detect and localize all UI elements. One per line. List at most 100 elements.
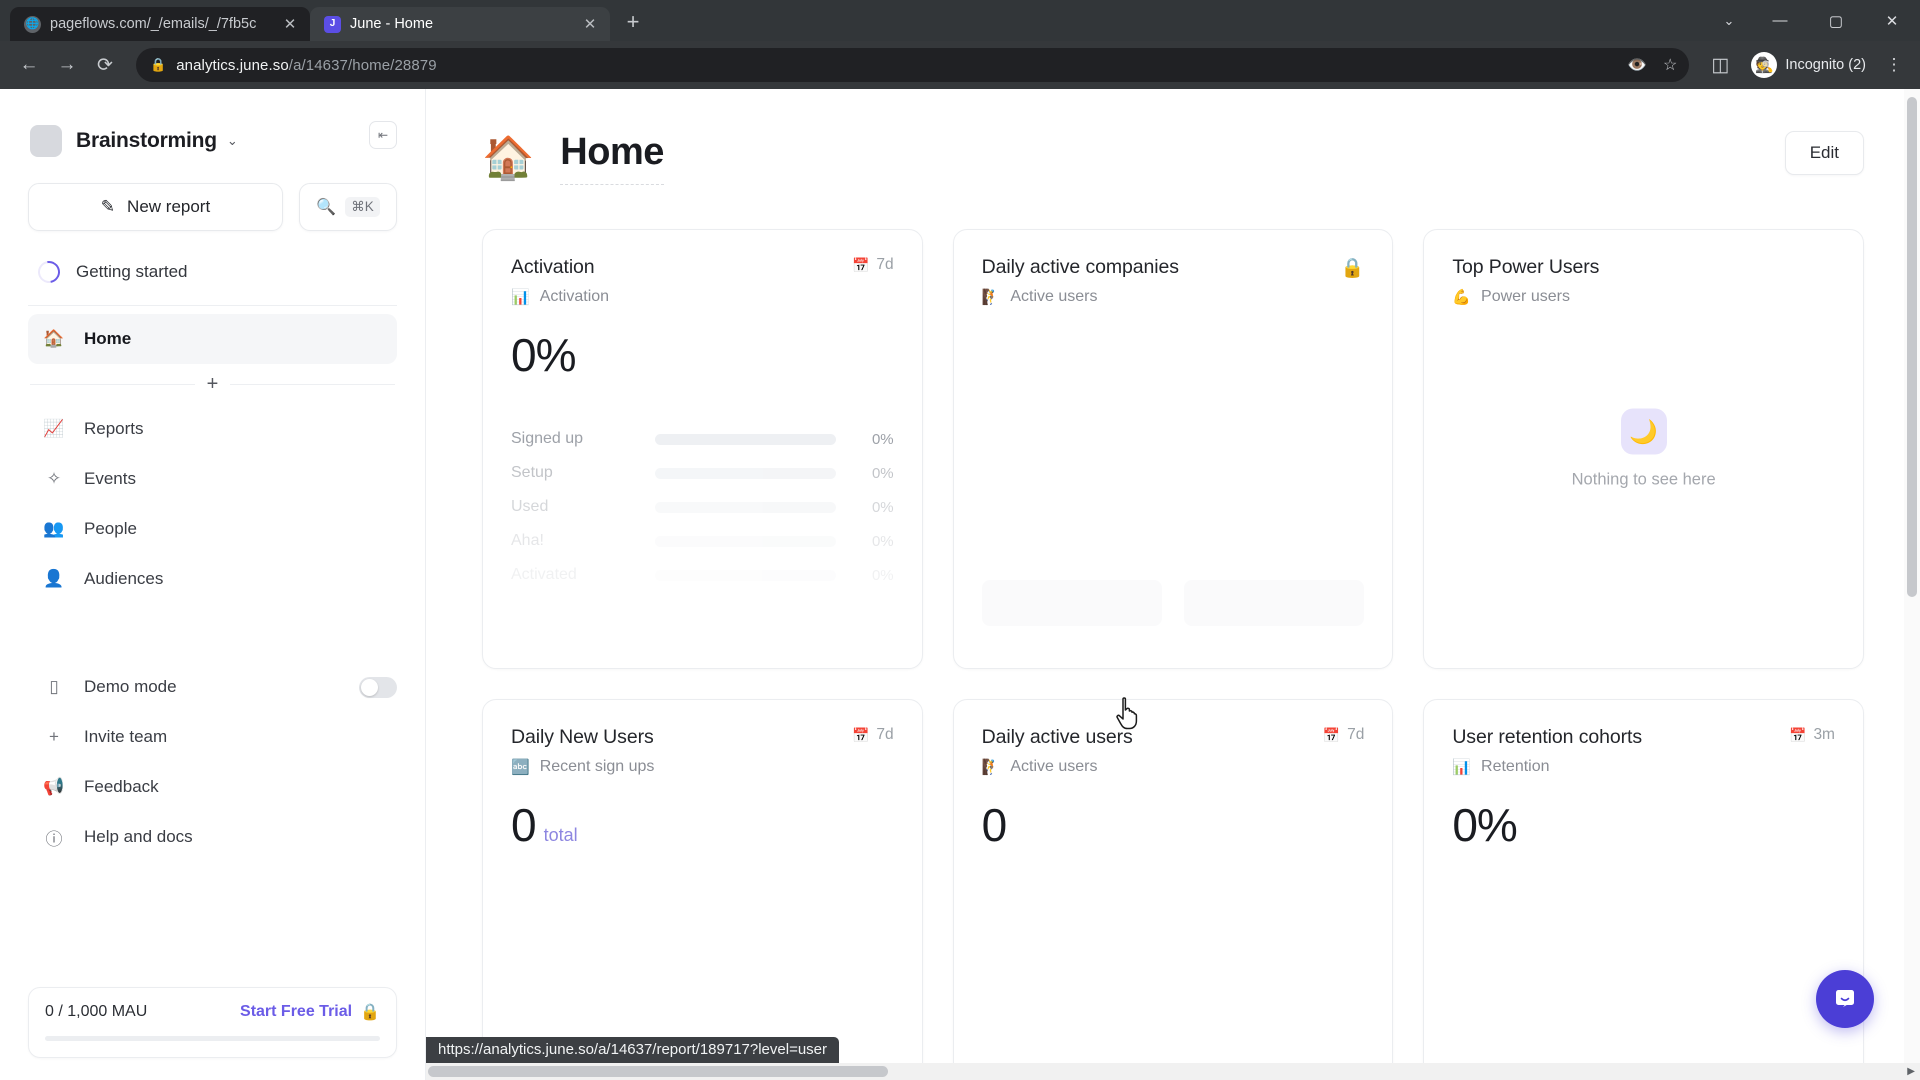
audiences-icon: 👤 [43,569,65,588]
profile-chip[interactable]: 🕵 Incognito (2) [1747,49,1876,81]
workspace-logo [30,125,62,157]
side-panel-icon[interactable]: ◫ [1703,48,1737,82]
sidebar-item-demo-mode[interactable]: ▯ Demo mode [28,662,397,712]
sidebar-item-label: People [84,519,137,538]
page-title[interactable]: Home [560,131,664,185]
browser-tab-2[interactable]: J June - Home ✕ [310,7,610,41]
scrollbar-thumb[interactable] [428,1066,888,1077]
card-stat: 0% [1452,799,1517,851]
forward-icon[interactable]: → [50,48,84,82]
card-title: User retention cohorts [1452,726,1642,748]
sidebar-bottom-nav: ▯ Demo mode + Invite team 📢 Feedback ⓘ H… [28,662,397,862]
plus-icon: + [49,727,59,746]
workspace-name: Brainstorming [76,129,217,152]
sidebar-item-invite-team[interactable]: + Invite team [28,712,397,762]
funnel-step: Setup 0% [511,456,894,490]
lock-icon[interactable]: 🔒 [1341,256,1365,280]
funnel-step-bar [655,433,836,445]
demo-mode-toggle[interactable] [359,676,397,698]
intercom-messenger-button[interactable] [1816,970,1874,1028]
ghost-bar [1184,580,1365,626]
card-timerange-label: 7d [1347,726,1365,743]
new-report-button[interactable]: ✎ New report [28,183,283,231]
lock-icon: 🔒 [150,57,167,72]
card-daily-new-users[interactable]: Daily New Users 🔤 Recent sign ups 📅 7d 0… [482,699,923,1080]
funnel-step-bar [655,501,836,513]
compose-icon: ✎ [100,197,116,216]
card-daily-active-users[interactable]: Daily active users 🧗 Active users 📅 7d 0 [952,699,1394,1080]
card-stat-value: 0 [511,799,537,851]
mau-row: 0 / 1,000 MAU Start Free Trial 🔒 [45,1002,380,1022]
getting-started-item[interactable]: Getting started [28,245,397,299]
chevron-down-icon[interactable]: ⌄ [227,133,238,149]
getting-started-label: Getting started [76,262,188,281]
vertical-scrollbar[interactable] [1904,89,1920,1080]
sidebar-collapse-icon[interactable]: ⇤ [369,121,397,149]
maximize-button[interactable]: ▢ [1808,0,1864,41]
sidebar-item-feedback[interactable]: 📢 Feedback [28,762,397,812]
ghost-bar [981,580,1162,626]
funnel-step-label: Used [511,498,549,515]
scrollbar-thumb[interactable] [1907,97,1917,597]
sidebar-item-label: Reports [84,419,144,438]
bar-chart-emoji-icon: 📊 [1452,759,1472,776]
card-header: User retention cohorts 📊 Retention 📅 3m [1452,726,1835,776]
house-emoji-icon[interactable]: 🏠 [482,137,534,179]
kebab-menu-icon[interactable]: ⋮ [1880,55,1908,75]
sidebar-item-reports[interactable]: 📈 Reports [28,404,397,454]
tracking-blocked-icon[interactable]: 👁️ [1627,55,1647,75]
card-daily-active-companies[interactable]: Daily active companies 🧗 Active users 🔒 [952,229,1394,669]
card-timerange-label: 7d [876,256,894,273]
card-timerange[interactable]: 📅 3m [1789,726,1835,744]
tab-search-chevron-icon[interactable]: ⌄ [1706,0,1752,41]
close-icon[interactable]: ✕ [580,14,600,34]
workspace-switcher[interactable]: Brainstorming ⌄ [28,89,397,167]
card-subtitle: 🧗 Active users [982,758,1133,776]
start-free-trial-label: Start Free Trial [240,1003,353,1020]
page-header: 🏠 Home Edit [482,131,1864,185]
sidebar-item-home[interactable]: 🏠 Home [28,314,397,364]
close-icon[interactable]: ✕ [280,14,300,34]
sidebar-item-people[interactable]: 👥 People [28,504,397,554]
minimize-button[interactable]: — [1752,0,1808,41]
start-free-trial-button[interactable]: Start Free Trial 🔒 [240,1002,380,1022]
divider-line [30,383,195,385]
profile-label: Incognito (2) [1785,57,1866,73]
funnel-step-value: 0% [871,498,894,516]
climber-emoji-icon: 🧗 [981,759,1001,776]
card-title: Activation [511,256,595,278]
card-user-retention-cohorts[interactable]: User retention cohorts 📊 Retention 📅 3m [1423,699,1864,1080]
browser-tab-1[interactable]: 🌐 pageflows.com/_/emails/_/7fb5c ✕ [10,7,310,41]
search-icon: 🔍 [316,199,337,216]
card-timerange[interactable]: 📅 7d [1323,726,1365,744]
card-top-power-users[interactable]: Top Power Users 💪 Power users 🌙 Nothing … [1423,229,1864,669]
card-stat-unit: total [543,825,578,845]
sidebar-item-help-and-docs[interactable]: ⓘ Help and docs [28,812,397,862]
climber-emoji-icon: 🧗 [981,289,1001,306]
edit-button[interactable]: Edit [1784,131,1864,175]
search-button[interactable]: 🔍 ⌘K [299,183,397,231]
close-window-button[interactable]: ✕ [1864,0,1920,41]
page-viewport: Brainstorming ⌄ ⇤ ✎ New report 🔍 ⌘K Gett… [0,89,1920,1080]
sidebar-item-events[interactable]: ✧ Events [28,454,397,504]
bookmark-star-icon[interactable]: ☆ [1663,55,1677,75]
scroll-right-arrow-icon[interactable]: ▶ [1907,1066,1920,1077]
card-title-block: Top Power Users 💪 Power users [1452,256,1599,306]
back-icon[interactable]: ← [12,48,46,82]
calendar-icon: 📅 [1789,726,1807,743]
sidebar-item-audiences[interactable]: 👤 Audiences [28,554,397,604]
sidebar-item-label: Home [84,329,132,348]
horizontal-scrollbar[interactable]: ▶ [426,1063,1920,1080]
card-timerange[interactable]: 📅 7d [852,726,894,744]
new-tab-button[interactable]: + [616,5,650,39]
people-icon: 👥 [43,519,65,538]
muscle-emoji-icon: 💪 [1452,289,1472,306]
address-bar[interactable]: 🔒 analytics.june.so/a/14637/home/28879 👁… [136,48,1690,82]
plus-icon[interactable]: + [207,374,219,394]
add-section-divider: + [30,374,395,394]
card-activation[interactable]: Activation 📊 Activation 📅 7d 0% Signed u… [482,229,923,669]
tab-title: pageflows.com/_/emails/_/7fb5c [50,16,257,32]
reload-icon[interactable]: ⟳ [88,48,122,82]
card-timerange[interactable]: 📅 7d [852,256,894,274]
